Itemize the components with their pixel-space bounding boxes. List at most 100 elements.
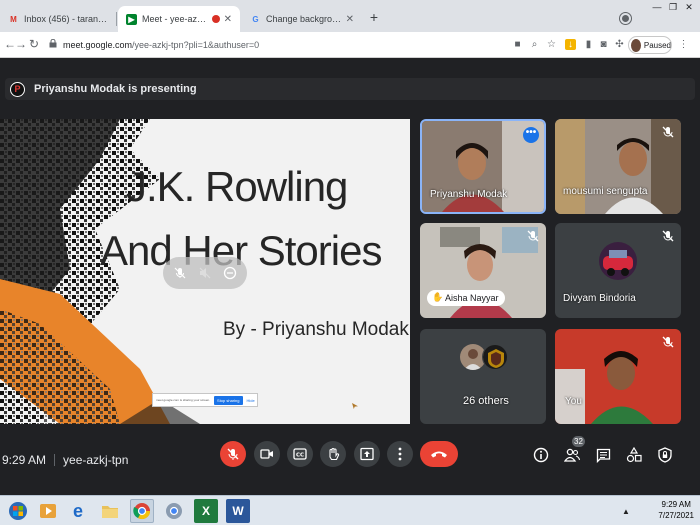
profile-button[interactable]: Paused (628, 36, 672, 54)
zoom-icon[interactable]: ⌕ (529, 39, 540, 50)
raised-hand-icon: ✋ (432, 292, 444, 302)
chrome-alt-icon[interactable] (162, 499, 186, 523)
participant-tile-mousumi[interactable]: mousumi sengupta (555, 119, 681, 214)
presenter-avatar: P (10, 81, 25, 97)
maximize-button[interactable]: ❐ (666, 2, 680, 13)
participant-tile-priyanshu[interactable]: ••• Priyanshu Modak (420, 119, 546, 214)
url-host: meet.google.com (63, 39, 133, 50)
url-input[interactable]: meet.google.com/yee-azkj-tpn?pli=1&authu… (45, 35, 515, 54)
end-call-button[interactable] (420, 441, 458, 467)
tab-label: Meet - yee-azkj-tpn (142, 14, 208, 24)
new-tab-button[interactable]: + (366, 10, 382, 26)
mic-off-icon (227, 448, 239, 460)
reload-icon[interactable]: ↻ (29, 37, 39, 51)
present-now-button[interactable] (354, 441, 380, 467)
close-window-button[interactable]: ✕ (682, 2, 696, 13)
google-icon: G (252, 14, 259, 24)
chat-button[interactable] (594, 446, 612, 464)
tab-label: Change background and use eff (266, 14, 342, 24)
participant-name: mousumi sengupta (563, 186, 648, 197)
excel-icon[interactable]: X (194, 499, 218, 523)
captions-button[interactable]: CC (287, 441, 313, 467)
gmail-icon: M (10, 14, 17, 24)
participant-name: Divyam Bindoria (563, 293, 636, 304)
word-icon[interactable]: W (226, 499, 250, 523)
hand-icon (329, 447, 340, 461)
mic-off-icon[interactable] (171, 264, 189, 282)
video-camera-icon (260, 449, 273, 459)
people-button[interactable] (563, 446, 581, 464)
chrome-icon[interactable] (130, 499, 154, 523)
tab-help[interactable]: G Change background and use eff ✕ (242, 6, 362, 32)
clock-time: 9:29 AM (661, 500, 691, 509)
presenting-banner: P Priyanshu Modak is presenting (5, 78, 695, 100)
participant-name: Priyanshu Modak (430, 189, 508, 200)
screen-share-notice: meet.google.com is sharing your screen. … (152, 393, 258, 407)
close-tab-icon[interactable]: ✕ (224, 14, 232, 25)
raised-hand-name-pill: ✋ Aisha Nayyar (427, 290, 505, 306)
tab-gmail[interactable]: M Inbox (456) - tarannum@theindi (0, 6, 116, 32)
ie-icon[interactable]: e (66, 499, 90, 523)
share-notice-text: meet.google.com is sharing your screen. (156, 398, 211, 402)
system-clock[interactable]: 9:29 AM 7/27/2021 (658, 499, 694, 521)
minimize-button[interactable]: — (650, 2, 664, 13)
participant-name: Aisha Nayyar (445, 293, 499, 303)
clock-date: 7/27/2021 (658, 511, 694, 520)
media-control-icon[interactable] (620, 13, 631, 24)
camera-in-use-icon[interactable]: ■ (512, 39, 523, 50)
camera-toggle-button[interactable] (254, 441, 280, 467)
slide-title-line-1: J.K. Rowling (126, 163, 348, 210)
tab-label: Inbox (456) - tarannum@theindi (24, 14, 108, 24)
close-tab-icon[interactable]: ✕ (346, 14, 354, 25)
participant-tile-others[interactable]: 26 others (420, 329, 546, 424)
presentation-screen: J.K. Rowling And Her Stories By - Priyan… (0, 119, 410, 424)
tile-hover-controls (163, 257, 247, 289)
more-options-button[interactable] (387, 441, 413, 467)
raise-hand-button[interactable] (320, 441, 346, 467)
bookmark-star-icon[interactable]: ☆ (546, 39, 557, 50)
svg-text:CC: CC (296, 453, 304, 459)
activities-shapes-icon (626, 447, 642, 463)
extension-download-icon[interactable]: ↓ (565, 39, 576, 50)
forward-icon[interactable]: → (15, 37, 27, 51)
speaker-off-icon[interactable] (196, 264, 214, 282)
meet-icon: ▶ (126, 13, 137, 25)
show-hidden-icons[interactable]: ▲ (622, 507, 630, 516)
people-icon (564, 448, 580, 462)
avatar (482, 344, 508, 370)
more-menu-icon[interactable]: ⋮ (678, 39, 689, 50)
hang-up-icon (431, 451, 447, 458)
presenting-text: Priyanshu Modak is presenting (34, 83, 197, 95)
chat-icon (596, 448, 610, 463)
participant-tile-you[interactable]: You (555, 329, 681, 424)
remove-icon[interactable] (221, 264, 239, 282)
start-orb-icon[interactable] (6, 499, 30, 523)
extension-camera-icon[interactable]: ◙ (598, 39, 609, 50)
closed-captions-icon: CC (293, 448, 307, 460)
extension-icon[interactable]: ▮ (583, 39, 594, 50)
profile-status: Paused (643, 40, 671, 50)
current-time: 9:29 AM (2, 453, 47, 467)
mic-toggle-button[interactable] (220, 441, 246, 467)
more-options-icon[interactable]: ••• (523, 127, 539, 143)
activities-button[interactable] (625, 446, 643, 464)
participant-tile-divyam[interactable]: Divyam Bindoria (555, 223, 681, 318)
media-player-icon[interactable] (36, 499, 60, 523)
recording-indicator-icon (211, 15, 220, 23)
host-controls-button[interactable] (656, 446, 674, 464)
participant-tile-aisha[interactable]: ✋ Aisha Nayyar (420, 223, 546, 318)
shield-lock-icon (658, 447, 672, 463)
explorer-icon[interactable] (98, 499, 122, 523)
url-path: /yee-azkj-tpn?pli=1&authuser=0 (132, 39, 260, 50)
slide-byline: By - Priyanshu Modak (223, 319, 409, 340)
hide-button[interactable]: Hide (247, 398, 255, 403)
extensions-puzzle-icon[interactable]: ✣ (614, 39, 625, 50)
lock-icon[interactable] (49, 39, 57, 48)
info-icon (533, 447, 549, 463)
meeting-details-button[interactable] (532, 446, 550, 464)
stop-sharing-button[interactable]: Stop sharing (214, 395, 243, 405)
meeting-code: yee-azkj-tpn (63, 453, 129, 467)
mic-off-icon (661, 229, 675, 243)
participant-name: You (565, 396, 582, 407)
tab-meet[interactable]: ▶ Meet - yee-azkj-tpn ✕ (118, 6, 240, 32)
